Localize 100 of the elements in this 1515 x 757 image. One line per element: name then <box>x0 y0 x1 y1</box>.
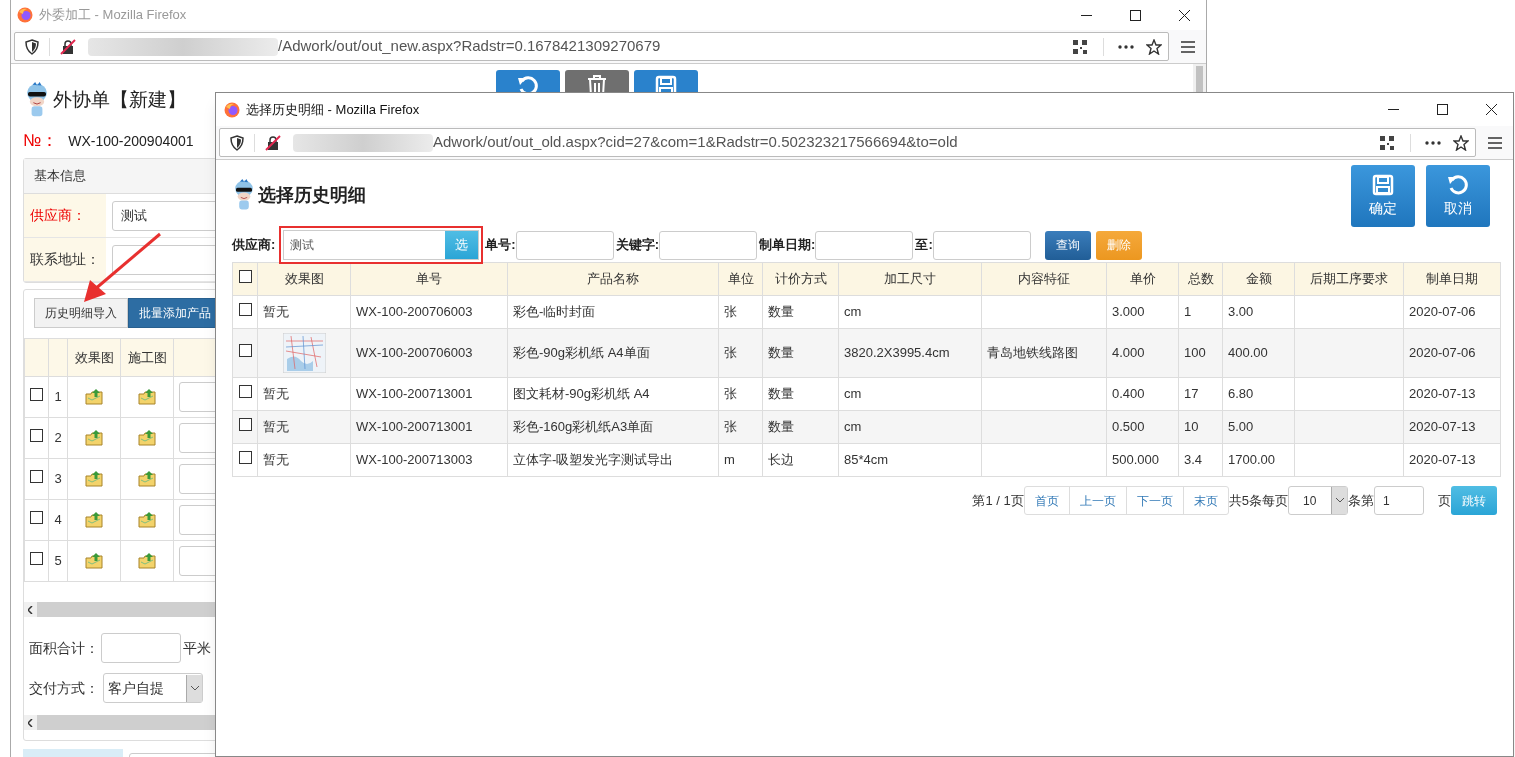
filter-input[interactable] <box>815 230 914 260</box>
folder-upload-icon[interactable] <box>138 430 156 446</box>
filter-input[interactable] <box>515 230 614 260</box>
table-cell: 彩色-90g彩机纸 A4单面 <box>513 345 650 361</box>
folder-upload-icon[interactable] <box>85 389 103 405</box>
page-title: 外协单【新建】 <box>53 87 186 112</box>
checkbox[interactable] <box>238 451 252 465</box>
pagination-link[interactable]: 末页 <box>1182 487 1228 514</box>
firefox-icon <box>17 7 33 23</box>
url-text: /Adwork/out/out_new.aspx?Radstr=0.1678421309270679 <box>278 36 662 57</box>
address-bar[interactable]: Adwork/out/out_old.aspx?cid=27&com=1&Radstr=0.502323217566694&to=old <box>219 128 1476 157</box>
goto-prefix: 条第 <box>1348 491 1374 510</box>
pagination-link[interactable]: 下一页 <box>1125 487 1183 514</box>
star-icon[interactable] <box>1453 134 1469 151</box>
table-cell: 数量 <box>768 419 794 435</box>
delivery-select[interactable]: 客户自提 <box>103 673 203 703</box>
table-cell: 85*4cm <box>844 452 889 468</box>
shield-icon[interactable] <box>230 134 244 151</box>
search-button[interactable]: 查询 <box>1044 230 1091 260</box>
table-cell: 3.000 <box>1112 304 1145 320</box>
column-header: 单价 <box>1129 271 1156 287</box>
page-input[interactable]: 1 <box>1374 486 1424 515</box>
column-header: 产品名称 <box>587 271 639 287</box>
folder-upload-icon[interactable] <box>85 430 103 446</box>
folder-upload-icon[interactable] <box>85 471 103 487</box>
supplier-field[interactable]: 测试 选 <box>283 230 480 260</box>
insecure-lock-icon[interactable] <box>60 38 76 55</box>
field-label: 供应商： <box>30 206 86 225</box>
qr-code-icon[interactable] <box>1380 135 1394 150</box>
table-cell: 图文耗材-90g彩机纸 A4 <box>513 386 650 402</box>
column-header: 后期工序要求 <box>1310 271 1388 287</box>
table-cell: WX-100-200713003 <box>356 452 473 468</box>
close-icon[interactable] <box>1179 9 1190 21</box>
table-cell: 500.000 <box>1112 452 1159 468</box>
toolbar-button[interactable]: 历史明细导入 <box>34 298 128 328</box>
folder-upload-icon[interactable] <box>138 471 156 487</box>
filter-input[interactable] <box>932 230 1031 260</box>
scroll-left-icon[interactable] <box>28 605 33 614</box>
table-cell: 暂无 <box>263 386 289 402</box>
row-number: 1 <box>54 389 62 405</box>
url-text: Adwork/out/out_old.aspx?cid=27&com=1&Radstr=0.502323217566694&to=old <box>433 132 959 153</box>
more-icon[interactable] <box>1118 44 1134 49</box>
checkbox[interactable] <box>30 552 43 566</box>
close-icon[interactable] <box>1486 104 1497 115</box>
checkbox[interactable] <box>30 511 43 525</box>
shield-icon[interactable] <box>25 38 39 55</box>
checkbox[interactable] <box>30 470 43 484</box>
table-cell: 3.4 <box>1184 452 1203 468</box>
row-number: 4 <box>54 512 62 528</box>
column-header: 效果图 <box>284 271 324 287</box>
checkbox[interactable] <box>30 388 43 402</box>
table-cell: 6.80 <box>1228 386 1254 402</box>
confirm-button[interactable]: 确定 <box>1351 165 1415 227</box>
menu-icon[interactable] <box>1488 136 1502 149</box>
pagination-link[interactable]: 上一页 <box>1068 487 1126 514</box>
more-icon[interactable] <box>1425 140 1441 145</box>
insecure-lock-icon[interactable] <box>265 134 281 151</box>
scroll-left-icon[interactable] <box>28 718 33 727</box>
pagination-link[interactable]: 首页 <box>1024 487 1069 514</box>
qr-code-icon[interactable] <box>1073 39 1087 54</box>
filter-label: 至: <box>915 236 933 255</box>
checkbox[interactable] <box>30 429 43 443</box>
checkbox[interactable] <box>238 270 252 284</box>
total-text: 共5条每页 <box>1228 491 1288 510</box>
filter-input[interactable] <box>659 230 758 260</box>
dialog-heading: 选择历史明细 <box>258 183 366 207</box>
folder-upload-icon[interactable] <box>138 389 156 405</box>
window-title: 外委加工 - Mozilla Firefox <box>39 6 187 25</box>
table-cell: 1700.00 <box>1228 452 1275 468</box>
table-cell: 0.500 <box>1112 419 1145 435</box>
firefox-icon <box>224 101 240 118</box>
table-cell: 数量 <box>768 304 794 320</box>
menu-icon[interactable] <box>1181 40 1195 53</box>
table-cell: 张 <box>724 419 737 435</box>
folder-upload-icon[interactable] <box>85 553 103 569</box>
maximize-icon[interactable] <box>1437 104 1448 115</box>
column-header: 计价方式 <box>774 271 827 287</box>
area-input[interactable] <box>101 633 181 663</box>
panel-heading: 基本信息 <box>34 167 86 186</box>
table-cell: 2020-07-06 <box>1409 304 1476 320</box>
table-cell: 2020-07-13 <box>1409 419 1476 435</box>
checkbox[interactable] <box>238 344 252 358</box>
window-title: 选择历史明细 - Mozilla Firefox <box>246 100 420 119</box>
checkbox[interactable] <box>238 418 252 432</box>
table-cell: WX-100-200706003 <box>356 304 473 320</box>
filter-label: 供应商: <box>232 236 276 255</box>
column-header: 制单日期 <box>1426 271 1478 287</box>
folder-upload-icon[interactable] <box>138 553 156 569</box>
folder-upload-icon[interactable] <box>85 512 103 528</box>
checkbox[interactable] <box>238 303 252 317</box>
row-number: 2 <box>54 430 62 446</box>
page-size-select[interactable]: 10 <box>1288 486 1348 515</box>
table-cell: WX-100-200713001 <box>356 386 473 402</box>
star-icon[interactable] <box>1146 38 1162 55</box>
cancel-button[interactable]: 取消 <box>1426 165 1490 227</box>
checkbox[interactable] <box>238 385 252 399</box>
maximize-icon[interactable] <box>1130 9 1141 21</box>
minimize-icon[interactable] <box>1081 14 1092 16</box>
folder-upload-icon[interactable] <box>138 512 156 528</box>
address-bar[interactable]: /Adwork/out/out_new.aspx?Radstr=0.1678421309270679 <box>14 32 1169 61</box>
